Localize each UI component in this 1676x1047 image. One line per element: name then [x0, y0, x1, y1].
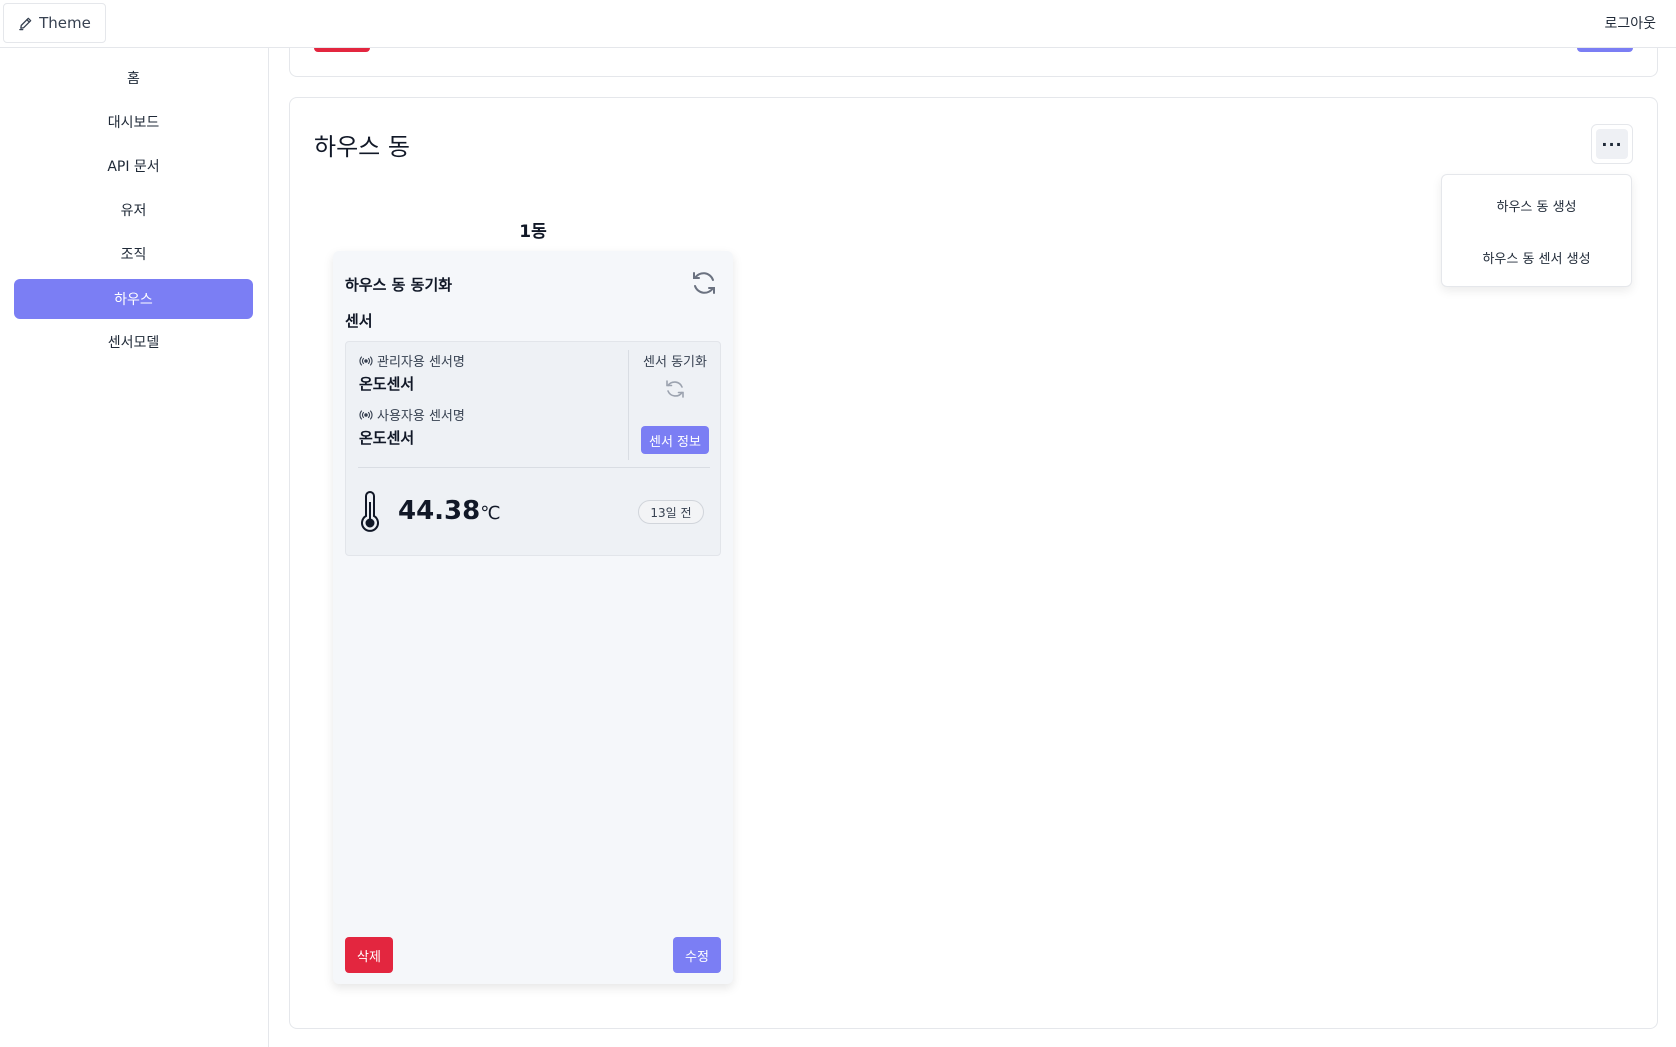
temperature-reading: 44.38℃	[398, 496, 500, 526]
sidebar-item-users[interactable]: 유저	[14, 190, 253, 230]
sensor-card: 관리자용 센서명 온도센서 사용자용 센서명 온도센서 센서 동기화 센서 정보	[345, 341, 721, 556]
dong-sync-title: 하우스 동 동기화	[345, 276, 453, 294]
dong-name: 1동	[519, 222, 547, 242]
delete-button[interactable]: 삭제	[345, 937, 393, 973]
user-sensor-name: 온도센서	[359, 429, 415, 447]
theme-button[interactable]: Theme	[3, 3, 106, 43]
broadcast-icon	[359, 409, 373, 420]
edit-button[interactable]: 수정	[673, 937, 721, 973]
more-button[interactable]: ···	[1591, 124, 1633, 164]
user-name-label-text: 사용자용 센서명	[377, 409, 465, 424]
sidebar-item-organization[interactable]: 조직	[14, 234, 253, 274]
sensor-info-button[interactable]: 센서 정보	[641, 426, 709, 454]
menu-item-create-sensor[interactable]: 하우스 동 센서 생성	[1442, 248, 1631, 267]
sidebar-item-dashboard[interactable]: 대시보드	[14, 102, 253, 142]
section-title: 하우스 동	[314, 133, 410, 161]
admin-name-label: 관리자용 센서명	[359, 351, 465, 370]
sidebar-item-house[interactable]: 하우스	[14, 279, 253, 319]
logout-link[interactable]: 로그아웃	[1604, 13, 1656, 33]
top-bar: Theme 로그아웃	[0, 0, 1676, 48]
sidebar-item-api-docs[interactable]: API 문서	[14, 146, 253, 186]
divider	[358, 467, 710, 468]
admin-sensor-name: 온도센서	[359, 375, 415, 393]
user-name-label: 사용자용 센서명	[359, 405, 465, 424]
temperature-unit: ℃	[480, 503, 501, 524]
updated-ago-badge: 13일 전	[638, 500, 704, 524]
theme-button-label: Theme	[39, 14, 91, 32]
sensor-heading: 센서	[345, 312, 373, 330]
broadcast-icon	[359, 355, 373, 366]
sync-icon[interactable]	[664, 378, 686, 400]
dong-card: 하우스 동 동기화 센서 관리자용 센서명 온도센서 사용자용 센서명 온도센서…	[333, 251, 733, 984]
admin-name-label-text: 관리자용 센서명	[377, 355, 465, 370]
menu-item-create-dong[interactable]: 하우스 동 생성	[1442, 196, 1631, 215]
temperature-value: 44.38	[398, 496, 481, 526]
sync-icon[interactable]	[690, 269, 718, 297]
sensor-sync-label: 센서 동기화	[643, 355, 707, 370]
sidebar: 홈 대시보드 API 문서 유저 조직 하우스 센서모델	[0, 48, 269, 1047]
thermometer-icon	[361, 491, 379, 532]
more-menu: 하우스 동 생성 하우스 동 센서 생성	[1441, 174, 1632, 287]
sidebar-item-home[interactable]: 홈	[14, 58, 253, 98]
pencil-icon	[19, 17, 32, 30]
more-icon: ···	[1596, 129, 1628, 159]
sidebar-item-sensor-model[interactable]: 센서모델	[14, 322, 253, 362]
